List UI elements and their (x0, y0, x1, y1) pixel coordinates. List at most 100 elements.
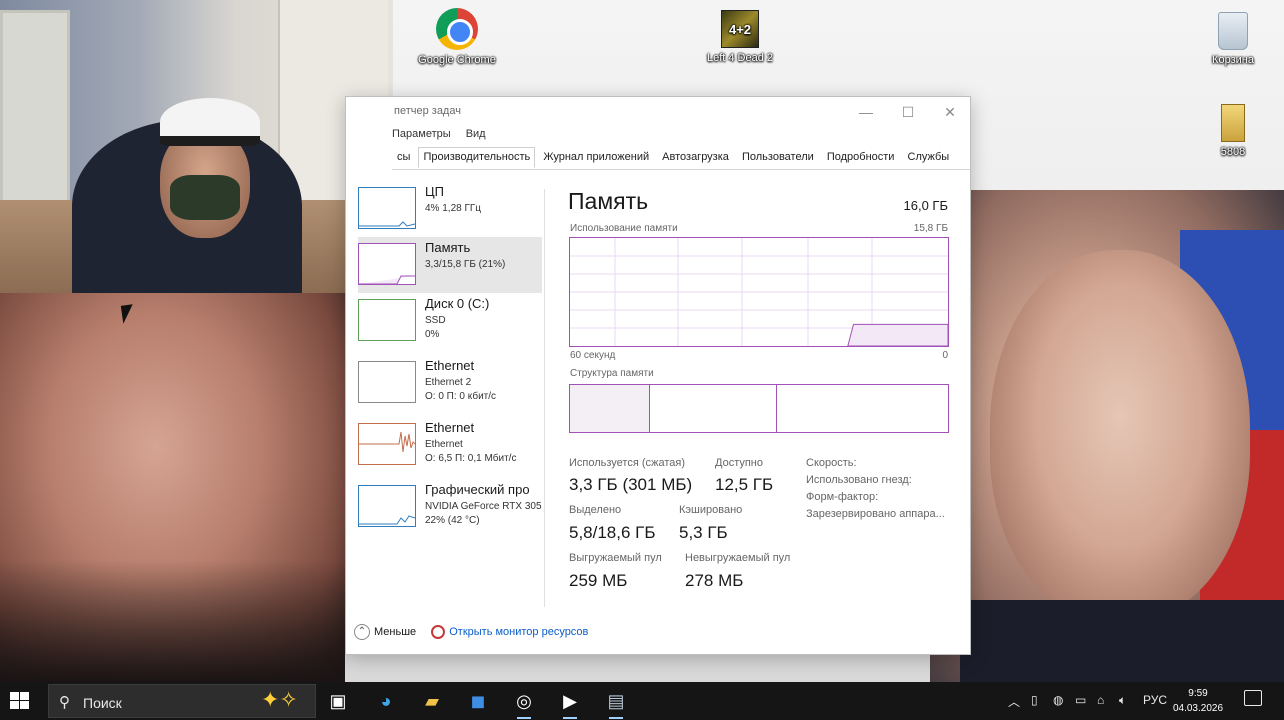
window-footer: ⌃ Меньше Открыть монитор ресурсов (354, 624, 588, 640)
desktop-icon-label: Корзина (1212, 54, 1254, 66)
structure-modified (650, 385, 777, 432)
minimize-icon[interactable]: — (846, 101, 886, 123)
desktop-icon-chrome[interactable]: Google Chrome (417, 8, 497, 66)
tray-overflow-chevron-icon[interactable]: ︿ (1008, 693, 1020, 710)
sidebar-item-detail-line1: NVIDIA GeForce RTX 305 (425, 501, 542, 512)
clock-date: 04.03.2026 (1172, 703, 1224, 714)
memory-usage-area (847, 323, 948, 346)
tray-camera-icon[interactable]: ◍ (1053, 693, 1063, 707)
sidebar-item-cpu[interactable]: ЦП 4% 1,28 ГГц (358, 181, 542, 237)
usage-graph-label: Использование памяти (570, 223, 678, 234)
webcam-mask (170, 175, 240, 220)
recycle-bin-icon (1218, 12, 1248, 50)
chevron-up-icon[interactable]: ⌃ (354, 624, 370, 640)
sidebar-item-name: Память (425, 240, 471, 255)
stat-in-use-value: 3,3 ГБ (301 МБ) (569, 475, 693, 494)
photo-right-face (990, 250, 1250, 620)
sidebar-item-detail: SSD 0% (425, 314, 446, 342)
desktop-icon-file[interactable]: 5808 (1193, 104, 1273, 158)
tab-strip: сы Производительность Журнал приложений … (392, 147, 954, 169)
open-resource-monitor-link[interactable]: Открыть монитор ресурсов (449, 626, 588, 638)
webcam-cap (160, 98, 260, 146)
sidebar-item-ethernet-2[interactable]: Ethernet Ethernet 2 О: 0 П: 0 кбит/с (358, 355, 542, 411)
sidebar-item-disk[interactable]: Диск 0 (C:) SSD 0% (358, 293, 542, 349)
sidebar-item-ethernet[interactable]: Ethernet Ethernet О: 6,5 П: 0,1 Мбит/с (358, 417, 542, 473)
volume-icon[interactable]: 🔈︎ (1119, 693, 1126, 708)
desktop-icon-l4d2[interactable]: 4+2 Left 4 Dead 2 (700, 10, 780, 64)
tab-startup[interactable]: Автозагрузка (657, 147, 734, 168)
search-highlight-icon: ✦✧ (261, 687, 298, 712)
info-reserved-label: Зарезервировано аппара... (806, 508, 945, 520)
search-placeholder: Поиск (83, 695, 122, 711)
resource-monitor-icon (431, 625, 446, 639)
window-title: петчер задач (394, 105, 461, 117)
stat-nonpaged-pool-label: Невыгружаемый пул (685, 552, 791, 564)
close-icon[interactable]: ✕ (930, 101, 970, 123)
disk-thumbnail-graph (358, 299, 416, 341)
search-icon: ⚲ (59, 694, 70, 711)
sidebar-item-name: Диск 0 (C:) (425, 296, 490, 311)
menu-item-view[interactable]: Вид (466, 128, 486, 140)
page-title: Память (568, 188, 649, 214)
windows-start-icon[interactable] (10, 692, 30, 710)
info-slots-label: Использовано гнезд: (806, 474, 912, 486)
graph-axis-right: 0 (942, 350, 948, 361)
tab-app-history[interactable]: Журнал приложений (538, 147, 654, 168)
memory-usage-graph-svg (570, 238, 948, 346)
tray-app-icon[interactable]: ▯ (1031, 693, 1038, 707)
desktop-icon-label: 5808 (1220, 146, 1246, 158)
tab-processes[interactable]: сы (392, 147, 415, 168)
sidebar-item-name: Ethernet (425, 358, 475, 373)
desktop-icon-recycle-bin[interactable]: Корзина (1193, 12, 1273, 66)
language-indicator[interactable]: РУС (1143, 693, 1167, 707)
stat-cached-value: 5,3 ГБ (679, 523, 728, 542)
network-icon[interactable]: ⌂ (1097, 693, 1104, 707)
mouse-cursor-icon (120, 304, 136, 324)
memory-usage-graph (569, 237, 949, 347)
stat-cached-label: Кэшировано (679, 504, 743, 516)
task-manager-window: петчер задач — ☐ ✕ Параметры Вид сы Прои… (345, 96, 971, 655)
task-manager-icon[interactable]: ▤ (601, 687, 631, 719)
task-view-icon[interactable]: ▣ (323, 687, 353, 715)
sidebar-item-detail-line1: Ethernet 2 (425, 377, 472, 388)
tab-strip-divider (392, 169, 970, 170)
tab-services[interactable]: Службы (903, 147, 955, 168)
sidebar-item-memory[interactable]: Память 3,3/15,8 ГБ (21%) (358, 237, 542, 293)
stat-nonpaged-pool-value: 278 МБ (685, 571, 744, 590)
menu-bar: Параметры Вид (392, 128, 498, 140)
structure-label: Структура памяти (570, 368, 654, 379)
outlook-icon[interactable]: ◼ (463, 687, 493, 715)
tab-performance[interactable]: Производительность (418, 147, 536, 168)
file-icon (1221, 104, 1245, 142)
taskbar-search-box[interactable]: ⚲ Поиск ✦✧ (48, 684, 316, 718)
file-explorer-icon[interactable]: ▰ (417, 687, 447, 715)
media-player-icon[interactable]: ▶ (555, 687, 585, 719)
memory-thumbnail-graph (358, 243, 416, 285)
tab-users[interactable]: Пользователи (737, 147, 819, 168)
structure-in-use (570, 385, 650, 432)
sidebar-item-detail: 3,3/15,8 ГБ (21%) (425, 259, 506, 270)
stat-available-value: 12,5 ГБ (715, 475, 774, 494)
stat-available-label: Доступно (715, 457, 764, 469)
sidebar-item-detail-line2: О: 6,5 П: 0,1 Мбит/с (425, 453, 517, 464)
webcam-door (0, 10, 70, 210)
obs-icon[interactable]: ◎ (509, 687, 539, 719)
sidebar-item-name: Ethernet (425, 420, 475, 435)
tab-details[interactable]: Подробности (822, 147, 900, 168)
notification-center-icon[interactable] (1244, 690, 1262, 706)
edge-icon[interactable]: ◕ (371, 687, 401, 715)
l4d2-icon: 4+2 (721, 10, 759, 48)
taskbar-clock[interactable]: 9:59 04.03.2026 (1168, 686, 1228, 716)
sidebar-item-detail-line1: Ethernet (425, 439, 463, 450)
maximize-icon[interactable]: ☐ (888, 101, 928, 123)
sidebar-item-detail-line1: SSD (425, 315, 446, 326)
sidebar-item-detail: NVIDIA GeForce RTX 305 22% (42 °C) (425, 500, 542, 528)
fewer-details-button[interactable]: Меньше (374, 626, 416, 638)
tray-device-icon[interactable]: ▭ (1075, 693, 1086, 707)
stat-paged-pool-label: Выгружаемый пул (569, 552, 662, 564)
memory-structure-bar (569, 384, 949, 433)
sidebar-item-gpu[interactable]: Графический про NVIDIA GeForce RTX 305 2… (358, 479, 542, 535)
menu-item-parameters[interactable]: Параметры (392, 128, 451, 140)
ethernet-2-thumbnail-graph (358, 361, 416, 403)
sidebar-item-detail: 4% 1,28 ГГц (425, 203, 482, 214)
